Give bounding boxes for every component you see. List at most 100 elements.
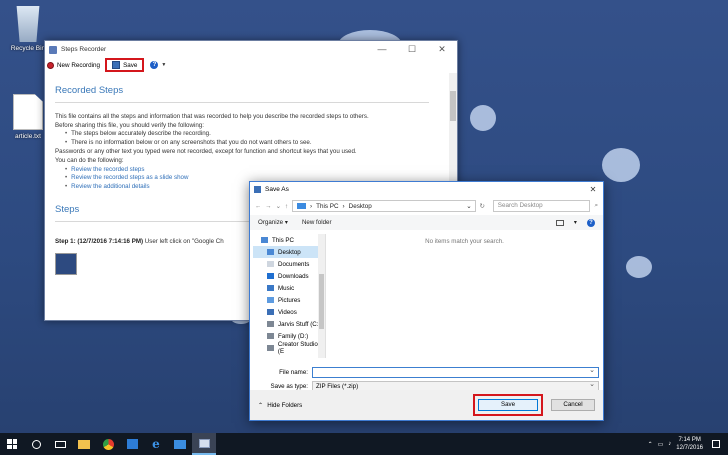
drive-icon: [267, 345, 274, 351]
help-icon[interactable]: ?: [150, 61, 159, 69]
breadcrumb-desktop[interactable]: Desktop: [349, 203, 372, 210]
nav-item-downloads[interactable]: Downloads: [253, 270, 325, 282]
nav-item-drive-e[interactable]: Creator Studio (E: [253, 341, 325, 355]
hide-folders-toggle[interactable]: ⌃ Hide Folders: [258, 402, 302, 409]
chevron-up-icon: ⌃: [258, 401, 264, 409]
breadcrumb-this-pc[interactable]: This PC: [316, 203, 338, 210]
nav-item-label: Family (D:): [278, 332, 309, 340]
photos-icon: [174, 439, 186, 449]
chrome-button[interactable]: [96, 433, 120, 455]
verify-text: Before sharing this file, you should ver…: [55, 121, 204, 129]
chevron-up-icon[interactable]: ⌃: [648, 441, 653, 448]
nav-item-documents[interactable]: Documents: [253, 258, 325, 270]
steps-recorder-app-icon: [49, 45, 57, 54]
view-options-icon[interactable]: [555, 219, 564, 226]
breadcrumb-separator: ›: [342, 202, 345, 210]
edge-icon: e: [152, 437, 160, 451]
nav-item-drive-c[interactable]: Jarvis Stuff (C:): [253, 318, 325, 330]
dialog-title-bar[interactable]: Save As ✕: [250, 182, 603, 197]
network-icon[interactable]: ▭: [658, 441, 664, 448]
organize-button[interactable]: Organize ▾: [258, 219, 288, 226]
step-screenshot-thumbnail[interactable]: [55, 252, 77, 275]
documents-icon: [267, 261, 274, 267]
start-button[interactable]: [0, 433, 24, 455]
system-tray: ⌃ ▭ ♪ 7:14 PM 12/7/2016: [648, 436, 728, 452]
review-steps-link[interactable]: Review the recorded steps: [71, 166, 144, 173]
intro-text: This file contains all the steps and inf…: [55, 112, 369, 120]
downloads-icon: [267, 273, 274, 279]
step-description: User left click on "Google Ch: [144, 237, 224, 245]
chevron-down-icon[interactable]: ▾: [574, 219, 577, 226]
dialog-footer: ⌃ Hide Folders Save Cancel: [250, 390, 603, 420]
scrollbar-thumb[interactable]: [450, 91, 456, 121]
chevron-down-icon[interactable]: ⌄: [276, 203, 281, 210]
dialog-cancel-button[interactable]: Cancel: [551, 399, 595, 411]
close-icon[interactable]: ✕: [583, 185, 603, 194]
chevron-down-icon[interactable]: ⌄: [466, 203, 474, 210]
refresh-icon[interactable]: ↻: [480, 203, 485, 210]
nav-item-desktop[interactable]: Desktop: [253, 246, 325, 258]
close-icon[interactable]: ✕: [427, 41, 457, 58]
file-name-input[interactable]: [312, 366, 599, 378]
nav-item-label: Jarvis Stuff (C:): [278, 320, 321, 328]
minimize-icon[interactable]: —: [367, 41, 397, 58]
clock-date: 12/7/2016: [676, 445, 703, 451]
clock-time: 7:14 PM: [678, 437, 701, 443]
floppy-disk-icon: [112, 61, 121, 69]
forward-arrow-icon[interactable]: →: [265, 203, 271, 210]
dialog-save-button[interactable]: Save: [478, 399, 538, 411]
breadcrumb-separator: ›: [310, 202, 313, 210]
path-box[interactable]: › This PC › Desktop ⌄: [292, 200, 476, 212]
volume-icon[interactable]: ♪: [668, 441, 671, 447]
photos-button[interactable]: [168, 433, 192, 455]
nav-item-label: Desktop: [278, 248, 301, 256]
edge-button[interactable]: e: [144, 433, 168, 455]
search-button[interactable]: [24, 433, 48, 455]
file-name-row: File name:: [256, 366, 599, 378]
nav-item-label: Downloads: [278, 272, 309, 280]
save-button-highlight: Save: [473, 394, 543, 416]
music-icon: [267, 285, 274, 291]
search-input[interactable]: Search Desktop: [492, 200, 591, 212]
empty-folder-message: No items match your search.: [425, 238, 504, 245]
scrollbar-thumb[interactable]: [319, 274, 324, 329]
save-as-dialog: Save As ✕ ← → ⌄ ↑ › This PC › Desktop ⌄ …: [249, 181, 604, 421]
new-folder-button[interactable]: New folder: [302, 219, 332, 226]
nav-item-label: Pictures: [278, 296, 301, 304]
file-explorer-button[interactable]: [72, 433, 96, 455]
dialog-buttons: Save Cancel: [473, 394, 595, 416]
steps-recorder-task-button[interactable]: [192, 433, 216, 455]
step-label: Step 1: (12/7/2016 7:14:16 PM): [55, 237, 144, 245]
nav-item-this-pc[interactable]: This PC: [253, 234, 325, 246]
store-button[interactable]: [120, 433, 144, 455]
save-button[interactable]: Save: [105, 58, 145, 72]
chevron-down-icon[interactable]: ▼: [161, 62, 166, 68]
text-file-image: [13, 94, 43, 130]
slide-show-link[interactable]: Review the recorded steps as a slide sho…: [71, 174, 188, 181]
passwords-note: Passwords or any other text you typed we…: [55, 147, 357, 155]
clock[interactable]: 7:14 PM 12/7/2016: [676, 436, 703, 452]
save-button-label: Save: [123, 61, 138, 69]
nav-item-label: Videos: [278, 308, 297, 316]
nav-item-pictures[interactable]: Pictures: [253, 294, 325, 306]
title-bar[interactable]: Steps Recorder — ☐ ✕: [45, 41, 457, 58]
window-title: Steps Recorder: [61, 46, 107, 53]
back-arrow-icon[interactable]: ←: [255, 203, 261, 210]
nav-item-videos[interactable]: Videos: [253, 306, 325, 318]
file-name-label: File name:: [279, 368, 308, 376]
pictures-icon: [267, 297, 274, 303]
store-icon: [126, 439, 138, 449]
new-recording-button[interactable]: New Recording: [57, 62, 100, 69]
up-arrow-icon[interactable]: ↑: [285, 203, 288, 210]
can-do-text: You can do the following:: [55, 156, 124, 164]
task-view-button[interactable]: [48, 433, 72, 455]
windows-logo-icon: [7, 439, 17, 449]
save-as-type-label: Save as type:: [270, 382, 309, 390]
nav-item-music[interactable]: Music: [253, 282, 325, 294]
help-icon[interactable]: ?: [587, 218, 595, 227]
nav-item-label: Documents: [278, 260, 310, 268]
maximize-icon[interactable]: ☐: [397, 41, 427, 58]
additional-details-link[interactable]: Review the additional details: [71, 183, 149, 190]
notifications-icon[interactable]: [712, 440, 720, 448]
nav-scrollbar[interactable]: [318, 234, 325, 358]
